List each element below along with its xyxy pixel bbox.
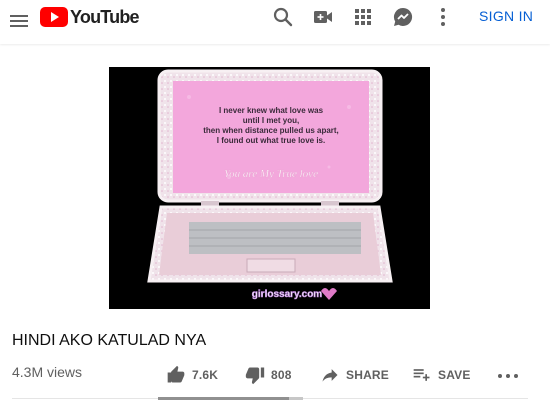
save-label: SAVE: [438, 368, 471, 382]
like-count: 7.6K: [192, 368, 219, 382]
sign-in-button[interactable]: SIGN IN: [479, 8, 533, 24]
view-count: 4.3M views: [12, 364, 83, 380]
share-label: SHARE: [346, 368, 390, 382]
video-camera-icon[interactable]: [311, 5, 335, 29]
heart-icon: [321, 288, 337, 300]
top-bar: YouTube SIGN IN: [0, 0, 550, 44]
more-vert-icon[interactable]: [431, 5, 455, 29]
more-actions-icon[interactable]: [498, 372, 522, 380]
search-icon[interactable]: [271, 5, 295, 29]
video-player[interactable]: I never knew what love was until I met y…: [109, 67, 430, 309]
like-button[interactable]: 7.6K: [166, 365, 218, 385]
quote-line-3: then when distance pulled us apart,: [203, 126, 339, 135]
quote-line-2: until I met you,: [243, 116, 299, 125]
logo-text: YouTube: [70, 6, 140, 27]
save-button[interactable]: SAVE: [412, 365, 471, 385]
thumbs-up-icon: [167, 365, 185, 383]
thumbs-down-icon: [245, 367, 265, 385]
apps-grid-icon[interactable]: [351, 5, 375, 29]
sentiment-bar: [158, 397, 303, 400]
youtube-logo[interactable]: YouTube: [40, 6, 140, 28]
play-logo-icon: [40, 7, 68, 27]
thumbnail-caption: You are My True love: [224, 168, 318, 180]
quote-line-1: I never knew what love was: [219, 106, 324, 115]
share-arrow-icon: [322, 369, 338, 382]
dislike-count: 808: [271, 368, 292, 382]
menu-icon[interactable]: [8, 9, 32, 33]
video-thumbnail: I never knew what love was until I met y…: [147, 69, 393, 300]
video-title: HINDI AKO KATULAD NYA: [12, 332, 207, 349]
sentiment-bar-fill: [158, 397, 289, 400]
thumbnail-watermark: girlossary.com: [252, 289, 323, 300]
messages-icon[interactable]: [391, 5, 415, 29]
share-button[interactable]: SHARE: [320, 365, 389, 385]
dislike-button[interactable]: 808: [245, 365, 292, 385]
playlist-add-icon: [413, 369, 430, 381]
quote-line-4: I found out what true love is.: [217, 136, 325, 145]
